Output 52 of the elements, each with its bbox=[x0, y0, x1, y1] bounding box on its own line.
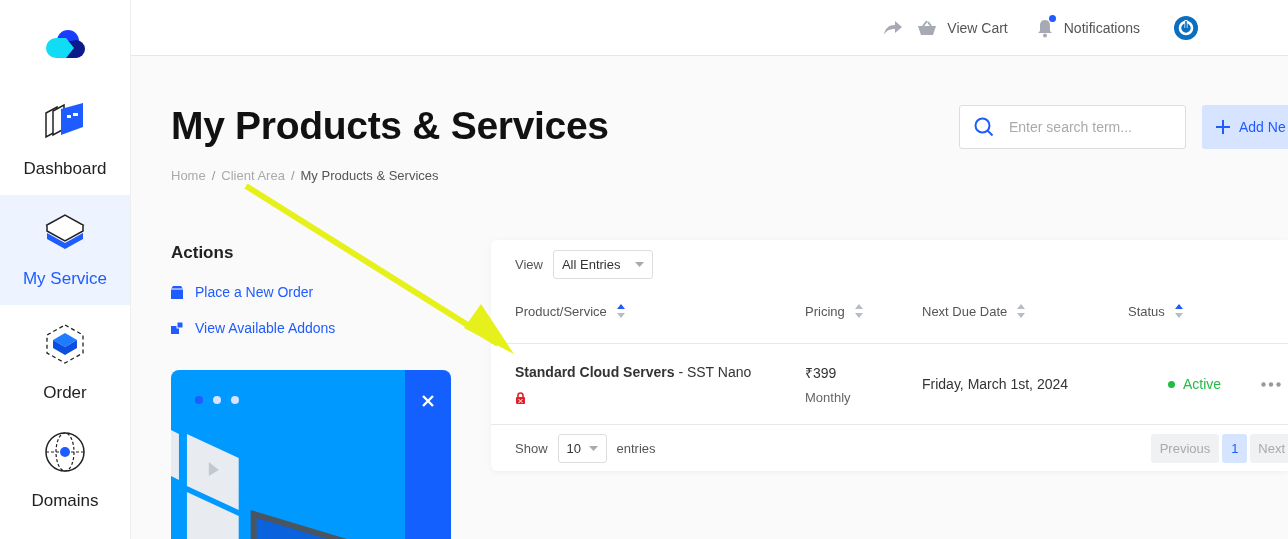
search-field[interactable]: Enter search term... bbox=[959, 105, 1186, 149]
breadcrumb-separator: / bbox=[290, 168, 295, 183]
caret-icon bbox=[589, 445, 598, 451]
more-options-icon[interactable] bbox=[1261, 381, 1281, 387]
basket-icon bbox=[917, 19, 938, 36]
sidebar-item[interactable]: Order bbox=[0, 311, 130, 413]
caret-icon bbox=[634, 262, 644, 267]
share-arrow-icon[interactable] bbox=[883, 19, 904, 36]
column-label: Status bbox=[1128, 303, 1165, 319]
column-header[interactable]: Pricing bbox=[805, 303, 922, 319]
action-link[interactable]: Place a New Order bbox=[171, 284, 451, 300]
action-link[interactable]: View Available Addons bbox=[171, 320, 451, 336]
breadcrumb-separator: / bbox=[211, 168, 216, 183]
billing-cycle: Monthly bbox=[805, 390, 851, 405]
sidebar-item[interactable]: Dashboard bbox=[0, 89, 130, 189]
search-icon bbox=[974, 117, 994, 137]
show-label: Show bbox=[515, 440, 548, 456]
bag-icon bbox=[171, 285, 183, 299]
cubes-icon bbox=[44, 323, 86, 365]
sidebar-item[interactable]: Domains bbox=[0, 419, 130, 521]
page-size-dropdown[interactable]: 10 bbox=[557, 433, 607, 463]
plus-icon bbox=[1216, 120, 1230, 134]
view-dropdown[interactable]: All Entries bbox=[552, 250, 653, 279]
entries-label: entries bbox=[616, 440, 656, 456]
pagination-button[interactable]: 1 bbox=[1222, 433, 1248, 463]
view-label: View bbox=[515, 257, 543, 272]
column-header[interactable]: Product/Service bbox=[515, 303, 805, 319]
column-label: Next Due Date bbox=[922, 303, 1008, 319]
close-icon[interactable] bbox=[421, 394, 435, 408]
column-header[interactable]: Next Due Date bbox=[922, 303, 1128, 319]
add-new-button[interactable]: Add Ne bbox=[1202, 105, 1288, 149]
server-stack-icon bbox=[45, 211, 85, 251]
actions-heading: Actions bbox=[171, 243, 235, 263]
view-cart-link[interactable]: View Cart bbox=[917, 19, 1008, 36]
notifications-link[interactable]: Notifications bbox=[1035, 17, 1140, 38]
column-label: Pricing bbox=[805, 303, 845, 319]
cloud-logo-icon bbox=[44, 27, 86, 61]
carousel-dot[interactable] bbox=[213, 396, 221, 404]
breadcrumb-link[interactable]: My Products & Services bbox=[300, 168, 439, 183]
page-title: My Products & Services bbox=[171, 104, 609, 148]
column-header[interactable]: Status bbox=[1128, 303, 1261, 319]
product-name: Standard Cloud Servers - SST Nano bbox=[515, 364, 752, 380]
status-text: Active bbox=[1182, 376, 1222, 392]
sidebar-item[interactable]: My Service bbox=[0, 195, 130, 305]
carousel-dot[interactable] bbox=[195, 396, 203, 404]
price: ₹399 bbox=[805, 364, 837, 382]
due-date: Friday, March 1st, 2024 bbox=[922, 375, 1070, 394]
power-icon[interactable] bbox=[1174, 15, 1198, 40]
globe-icon bbox=[44, 431, 86, 473]
stacked-squares-icon bbox=[171, 322, 183, 334]
carousel-dot[interactable] bbox=[231, 396, 239, 404]
column-label: Product/Service bbox=[515, 303, 607, 319]
